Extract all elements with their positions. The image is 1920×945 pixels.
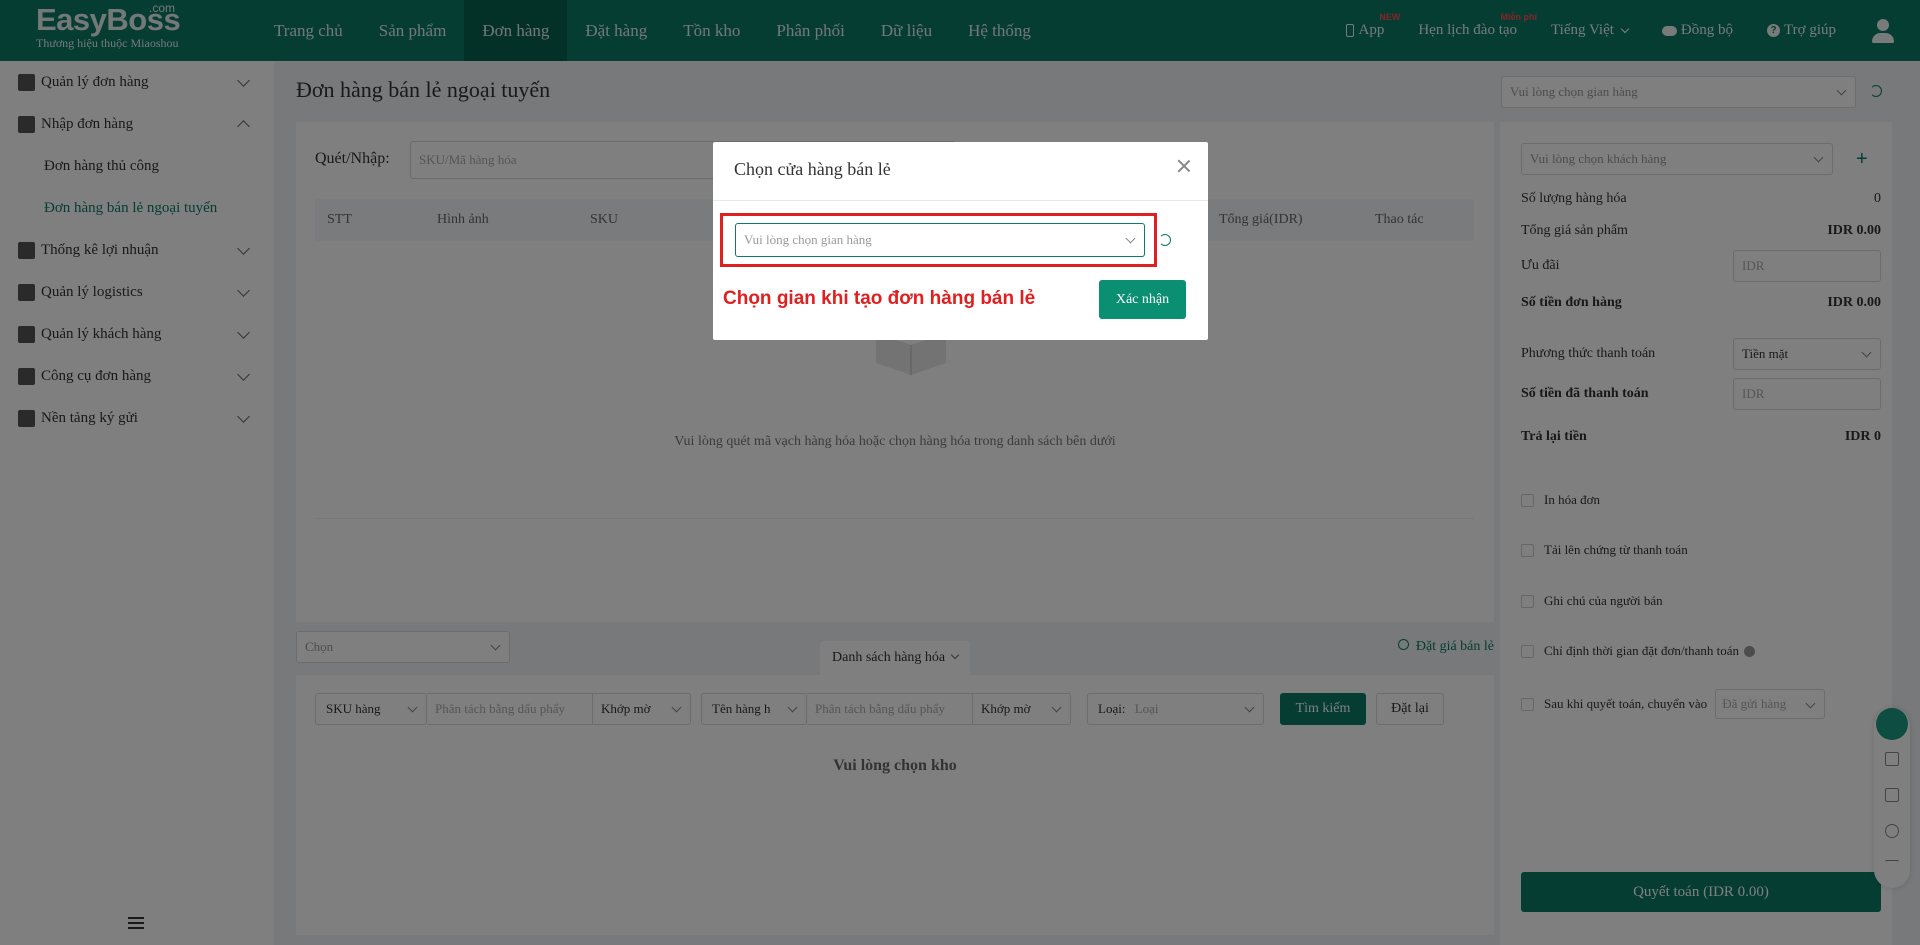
dialog-store-placeholder: Vui lòng chọn gian hàng [744,232,872,247]
close-icon[interactable] [1176,158,1192,174]
confirm-button[interactable]: Xác nhận [1099,280,1186,319]
refresh-icon[interactable] [1159,234,1171,246]
choose-store-dialog: Chọn cửa hàng bán lẻ Vui lòng chọn gian … [713,142,1208,340]
dialog-title: Chọn cửa hàng bán lẻ [734,159,891,179]
dialog-divider [713,200,1208,201]
annotation-note: Chọn gian khi tạo đơn hàng bán lẻ [723,288,1036,309]
chevron-down-icon [1125,233,1136,244]
dialog-store-select[interactable]: Vui lòng chọn gian hàng [735,223,1145,257]
